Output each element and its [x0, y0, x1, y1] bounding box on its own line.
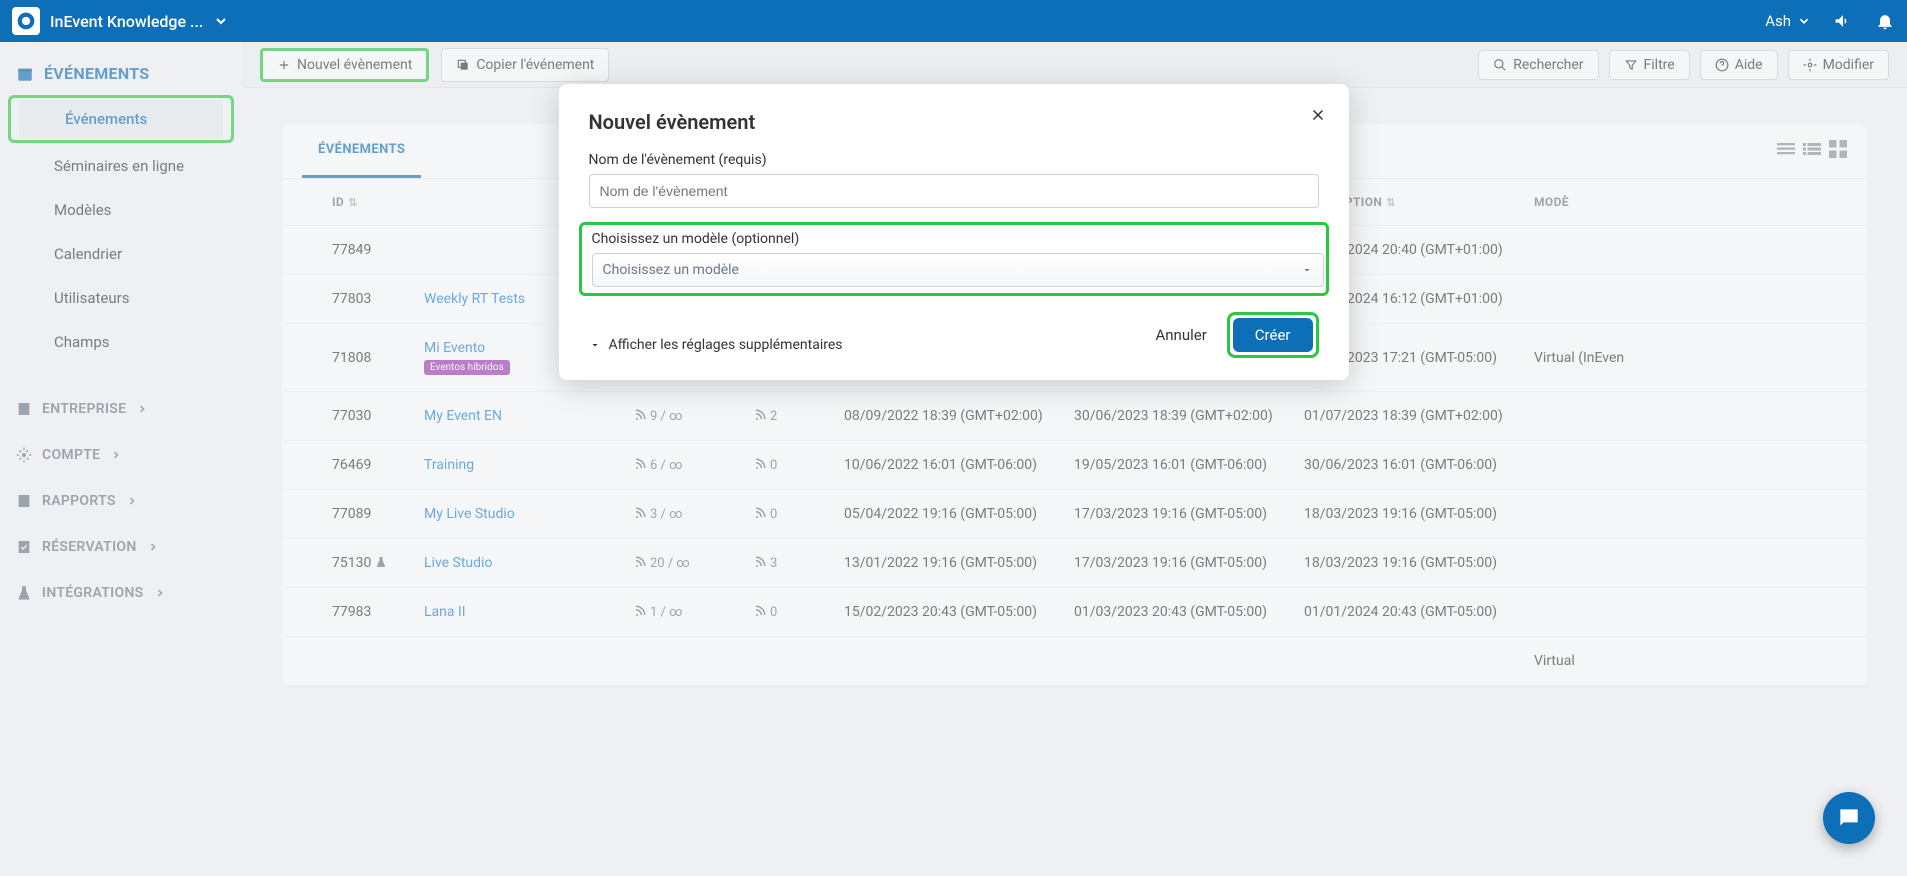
template-label: Choisissez un modèle (optionnel) — [592, 231, 1320, 247]
caret-down-icon — [589, 339, 601, 351]
cancel-button[interactable]: Annuler — [1155, 326, 1206, 344]
topbar: InEvent Knowledge ... Ash — [0, 0, 1907, 42]
megaphone-icon[interactable] — [1833, 11, 1853, 31]
company-name: InEvent Knowledge ... — [50, 12, 203, 31]
user-name: Ash — [1765, 12, 1791, 30]
chat-widget[interactable] — [1823, 792, 1875, 844]
close-icon[interactable] — [1309, 106, 1327, 129]
modal-title: Nouvel évènement — [589, 110, 1319, 134]
chat-icon — [1836, 805, 1862, 831]
bell-icon[interactable] — [1875, 11, 1895, 31]
event-name-input[interactable] — [589, 174, 1319, 208]
template-select[interactable]: Choisissez un modèle — [592, 253, 1324, 287]
chevron-down-icon — [1797, 14, 1811, 28]
logo — [12, 7, 40, 35]
advanced-settings-toggle[interactable]: Afficher les réglages supplémentaires — [589, 337, 843, 353]
event-name-label: Nom de l'évènement (requis) — [589, 152, 1319, 168]
dropdown-caret-icon — [1301, 264, 1313, 276]
chevron-down-icon[interactable] — [213, 13, 229, 29]
new-event-modal: Nouvel évènement Nom de l'évènement (req… — [559, 84, 1349, 380]
create-button[interactable]: Créer — [1233, 318, 1313, 352]
user-menu[interactable]: Ash — [1765, 12, 1811, 30]
